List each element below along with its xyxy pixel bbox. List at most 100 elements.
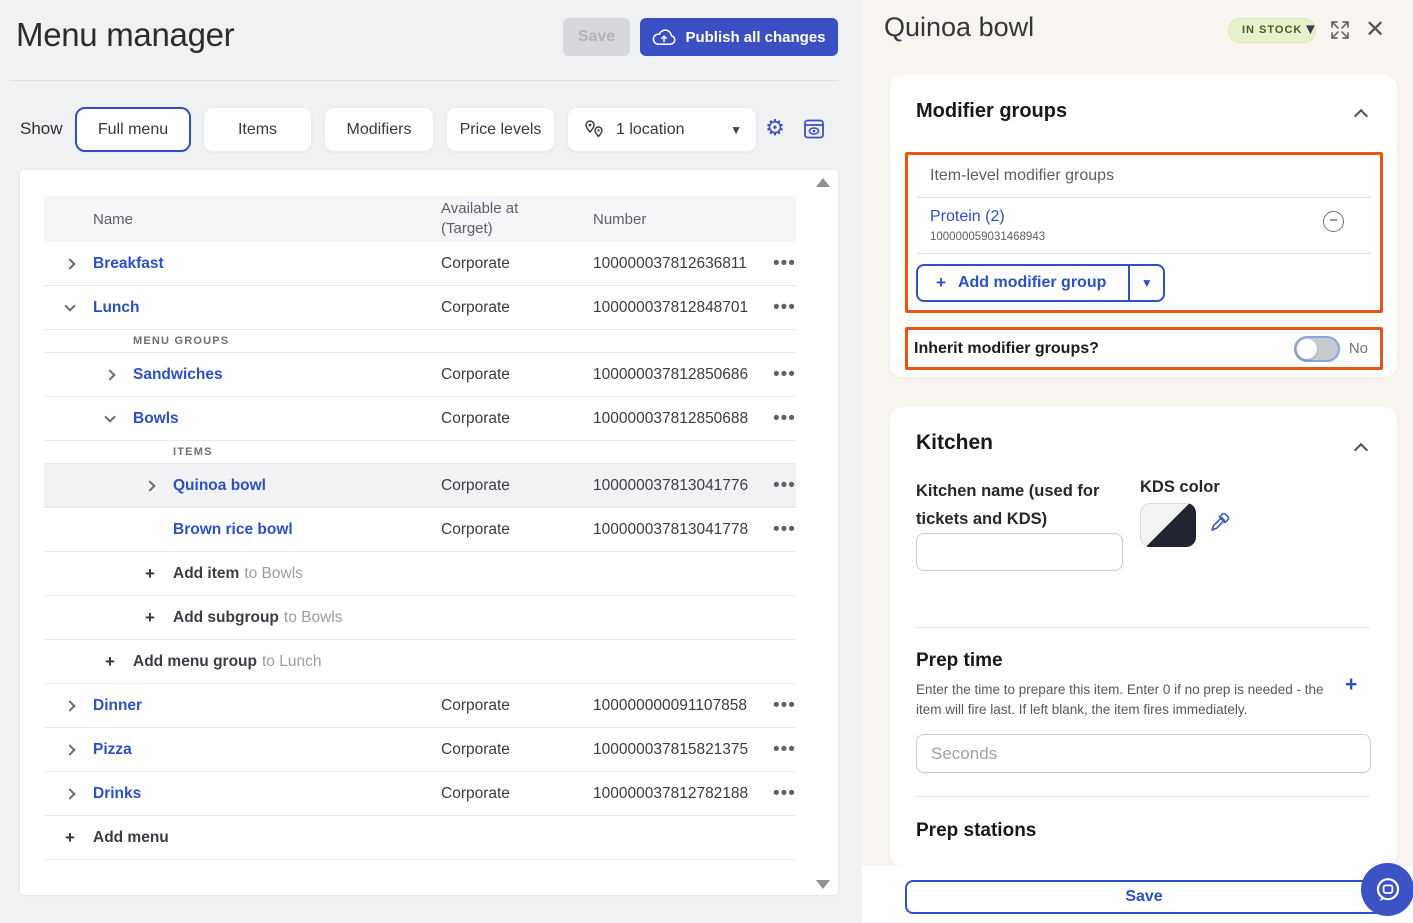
menu-tree-table: Name Available at (Target) Number Breakf… (20, 170, 838, 895)
row-number: 100000037812848701 (593, 299, 773, 317)
row-name-link[interactable]: Sandwiches (133, 366, 223, 384)
row-actions-button[interactable]: ••• (773, 525, 796, 535)
collapse-section-icon[interactable] (1355, 441, 1367, 453)
row-name-link[interactable]: Dinner (93, 697, 142, 715)
prep-stations-heading: Prep stations (916, 820, 1036, 842)
menu-preview-icon[interactable] (802, 117, 826, 141)
add-modifier-group-button[interactable]: + Add modifier group (918, 266, 1128, 300)
add-modifier-group-split-button: + Add modifier group ▼ (916, 264, 1165, 302)
table-row-lunch[interactable]: Lunch Corporate 100000037812848701 ••• (44, 286, 796, 330)
kds-color-label: KDS color (1140, 473, 1220, 501)
close-icon[interactable]: ✕ (1365, 15, 1385, 44)
kitchen-card: Kitchen Kitchen name (used for tickets a… (890, 407, 1397, 866)
chevron-right-icon[interactable] (65, 789, 75, 799)
chevron-down-icon[interactable] (105, 414, 115, 424)
row-available: Corporate (441, 521, 593, 539)
scroll-up-arrow[interactable] (816, 178, 830, 187)
kds-color-swatch[interactable] (1140, 503, 1196, 547)
add-menu-group-row[interactable]: +Add menu groupto Lunch (44, 640, 796, 684)
row-actions-button[interactable]: ••• (773, 370, 796, 380)
table-row-breakfast[interactable]: Breakfast Corporate 100000037812636811 •… (44, 242, 796, 286)
row-available: Corporate (441, 741, 593, 759)
save-button-disabled[interactable]: Save (563, 18, 630, 56)
modifier-groups-card: Modifier groups Item-level modifier grou… (890, 75, 1397, 377)
table-row-bowls[interactable]: Bowls Corporate 100000037812850688 ••• (44, 397, 796, 441)
settings-gear-icon[interactable]: ⚙ (763, 116, 787, 140)
tab-items[interactable]: Items (203, 107, 312, 152)
row-name-link[interactable]: Lunch (93, 299, 140, 317)
add-modifier-group-dropdown[interactable]: ▼ (1128, 266, 1163, 300)
eyedropper-icon[interactable] (1208, 510, 1232, 534)
add-prep-time-icon[interactable]: + (1345, 673, 1357, 697)
table-row-pizza[interactable]: Pizza Corporate 100000037815821375 ••• (44, 728, 796, 772)
item-level-modifier-groups-label: Item-level modifier groups (930, 167, 1114, 185)
chevron-right-icon[interactable] (65, 259, 75, 269)
row-available: Corporate (441, 366, 593, 384)
add-label: Add menu (93, 829, 169, 847)
table-row-drinks[interactable]: Drinks Corporate 100000037812782188 ••• (44, 772, 796, 816)
inherit-modifier-groups-toggle[interactable] (1294, 336, 1340, 362)
toggle-value: No (1349, 340, 1368, 357)
row-actions-button[interactable]: ••• (773, 481, 796, 491)
remove-modifier-group-icon[interactable]: − (1323, 211, 1344, 232)
row-actions-button[interactable]: ••• (773, 259, 796, 269)
chat-support-button[interactable] (1361, 863, 1413, 916)
collapse-section-icon[interactable] (1355, 107, 1367, 119)
publish-all-changes-button[interactable]: Publish all changes (640, 18, 838, 56)
row-number: 100000037815821375 (593, 741, 773, 759)
row-name-link[interactable]: Drinks (93, 785, 141, 803)
table-row-quinoa-bowl[interactable]: Quinoa bowl Corporate 100000037813041776… (44, 464, 796, 508)
expand-panel-icon[interactable] (1329, 19, 1351, 41)
row-actions-button[interactable]: ••• (773, 789, 796, 799)
table-row-dinner[interactable]: Dinner Corporate 100000000091107858 ••• (44, 684, 796, 728)
chevron-right-icon[interactable] (105, 370, 115, 380)
stock-dropdown-icon[interactable]: ▼ (1303, 21, 1318, 38)
chevron-right-icon[interactable] (65, 745, 75, 755)
row-name-link[interactable]: Breakfast (93, 255, 164, 273)
row-actions-button[interactable]: ••• (773, 303, 796, 313)
row-number: 100000037812782188 (593, 785, 773, 803)
plus-icon: + (936, 273, 946, 293)
show-label: Show (20, 119, 63, 139)
tab-modifiers[interactable]: Modifiers (324, 107, 434, 152)
table-row-brown-rice-bowl[interactable]: Brown rice bowl Corporate 10000003781304… (44, 508, 796, 552)
row-name-link[interactable]: Pizza (93, 741, 132, 759)
add-subgroup-row[interactable]: +Add subgroupto Bowls (44, 596, 796, 640)
row-actions-button[interactable]: ••• (773, 745, 796, 755)
chevron-right-icon[interactable] (65, 701, 75, 711)
chevron-down-icon[interactable] (65, 303, 75, 313)
table-header: Name Available at (Target) Number (44, 196, 796, 242)
row-available: Corporate (441, 785, 593, 803)
modifier-group-link[interactable]: Protein (2) (930, 208, 1005, 226)
add-label: Add subgroup (173, 609, 279, 627)
save-button[interactable]: Save (905, 880, 1383, 914)
row-actions-button[interactable]: ••• (773, 414, 796, 424)
prep-time-heading: Prep time (916, 650, 1003, 672)
add-item-row[interactable]: +Add itemto Bowls (44, 552, 796, 596)
scroll-down-arrow[interactable] (816, 880, 830, 889)
items-label: ITEMS (173, 446, 796, 458)
kitchen-name-input[interactable] (916, 533, 1123, 571)
filter-tabs: Full menu Items Modifiers Price levels 1… (75, 107, 757, 152)
row-number: 100000000091107858 (593, 697, 773, 715)
row-number: 100000037812850686 (593, 366, 773, 384)
row-name-link[interactable]: Bowls (133, 410, 179, 428)
add-menu-row[interactable]: +Add menu (44, 816, 796, 860)
prep-time-input[interactable] (916, 734, 1371, 773)
tab-price-levels[interactable]: Price levels (446, 107, 555, 152)
row-available: Corporate (441, 299, 593, 317)
inherit-modifier-groups-label: Inherit modifier groups? (914, 340, 1099, 358)
chevron-right-icon[interactable] (145, 481, 155, 491)
location-pins-icon (582, 118, 608, 142)
plus-icon: + (105, 652, 115, 672)
tab-full-menu[interactable]: Full menu (75, 107, 191, 152)
row-actions-button[interactable]: ••• (773, 701, 796, 711)
row-name-link[interactable]: Brown rice bowl (173, 521, 293, 539)
table-row-sandwiches[interactable]: Sandwiches Corporate 100000037812850686 … (44, 353, 796, 397)
location-dropdown[interactable]: 1 location ▼ (567, 107, 757, 152)
row-name-link[interactable]: Quinoa bowl (173, 477, 266, 495)
menu-groups-label: MENU GROUPS (133, 335, 796, 347)
plus-icon: + (145, 564, 155, 584)
section-label-row: MENU GROUPS (44, 330, 796, 353)
publish-label: Publish all changes (685, 29, 825, 46)
